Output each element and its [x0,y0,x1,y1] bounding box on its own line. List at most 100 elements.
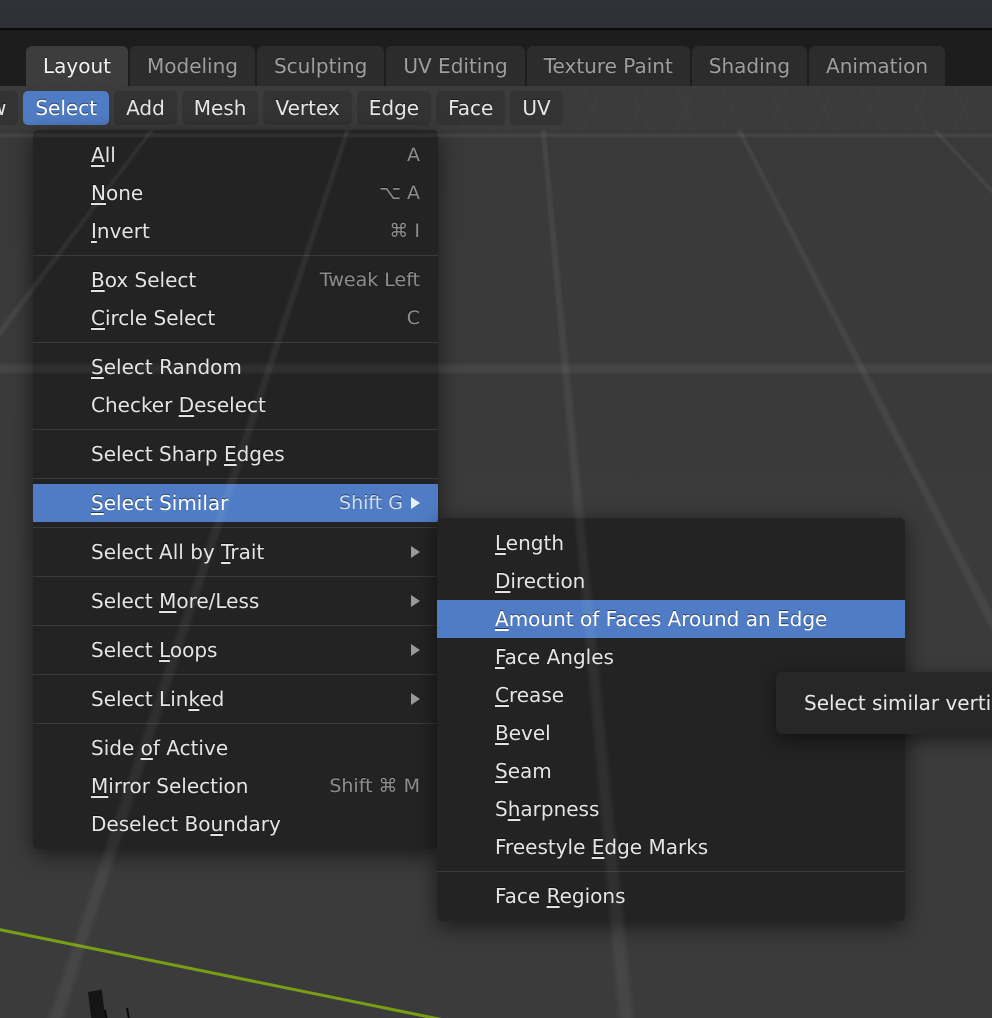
menu-item-label: Select Sharp Edges [91,442,285,466]
header-menu-label: Add [126,96,165,120]
header-menu-vertex[interactable]: Vertex [263,91,352,125]
menu-item-side-of-active[interactable]: Side of Active [33,729,438,767]
header-menu-add[interactable]: Add [114,91,177,125]
workspace-tab-animation[interactable]: Animation [809,46,945,86]
header-menu-face[interactable]: Face [436,91,506,125]
window-top-bar [0,0,992,30]
workspace-tab-label: Shading [708,54,791,78]
menu-item-label: Side of Active [91,736,229,760]
menu-item-box-select[interactable]: Box Select Tweak Left [33,261,438,299]
viewport-header-menubar[interactable]: w Select Add Mesh Vertex Edge Face UV [0,86,992,130]
menu-item-label: Sharpness [495,797,600,821]
menu-item-shortcut: Tweak Left [319,269,420,291]
menu-item-select-random[interactable]: Select Random [33,348,438,386]
select-menu[interactable]: All A None ⌥ A Invert ⌘ I Box Select Tweak Left… [33,130,438,849]
menu-item-face-regions[interactable]: Face Regions [437,877,905,915]
menu-item-circle-select[interactable]: Circle Select C [33,299,438,337]
menu-item-label: Seam [495,759,552,783]
menu-item-label: Box Select [91,268,197,292]
menu-item-checker-deselect[interactable]: Checker Deselect [33,386,438,424]
menu-item-direction[interactable]: Direction [437,562,905,600]
chevron-right-icon [411,644,420,656]
header-menu-select[interactable]: Select [23,91,110,125]
chevron-right-icon [411,693,420,705]
header-menu-label: Face [448,96,494,120]
menu-item-shortcut: C [406,307,420,329]
menu-item-label: Direction [495,569,586,593]
workspace-tab-label: Sculpting [273,54,368,78]
menu-item-none[interactable]: None ⌥ A [33,174,438,212]
menu-item-label: Select Similar [91,491,229,515]
menu-item-deselect-boundary[interactable]: Deselect Boundary [33,805,438,843]
workspace-tab-bar[interactable]: Layout Modeling Sculpting UV Editing Texture… [0,30,992,86]
chevron-right-icon [411,546,420,558]
menu-item-label: Bevel [495,721,551,745]
workspace-tab-label: Layout [43,54,111,78]
menu-item-all[interactable]: All A [33,136,438,174]
workspace-tab-texture-paint[interactable]: Texture Paint [526,46,690,86]
menu-item-label: Circle Select [91,306,216,330]
workspace-tab-label: Animation [826,54,928,78]
menu-item-label: Amount of Faces Around an Edge [495,607,828,631]
workspace-tab-label: Modeling [147,54,238,78]
tooltip-text: Select similar vertices, edges or faces … [804,691,992,715]
menu-item-seam[interactable]: Seam [437,752,905,790]
header-menu-uv[interactable]: UV [510,91,563,125]
menu-item-amount-of-faces-around-an-edge[interactable]: Amount of Faces Around an Edge [437,600,905,638]
menu-separator [33,576,438,577]
menu-separator [33,527,438,528]
menu-item-label: Length [495,531,564,555]
menu-item-select-all-by-trait[interactable]: Select All by Trait [33,533,438,571]
menu-separator [33,342,438,343]
menu-separator [437,871,905,872]
menu-item-label: All [91,143,116,167]
menu-item-select-loops[interactable]: Select Loops [33,631,438,669]
header-menu-label: Vertex [275,96,340,120]
menu-item-face-angles[interactable]: Face Angles [437,638,905,676]
menu-item-label: Invert [91,219,150,243]
header-menu-edge[interactable]: Edge [356,91,432,125]
menu-item-label: None [91,181,144,205]
menu-item-label: Deselect Boundary [91,812,281,836]
menu-item-shortcut: A [407,144,420,166]
workspace-tab-modeling[interactable]: Modeling [130,46,255,86]
menu-item-select-more-less[interactable]: Select More/Less [33,582,438,620]
workspace-tab-shading[interactable]: Shading [691,46,808,86]
workspace-tab-uv-editing[interactable]: UV Editing [386,46,525,86]
menu-item-label: Select All by Trait [91,540,265,564]
menu-item-label: Crease [495,683,565,707]
menu-separator [33,255,438,256]
menu-item-select-sharp-edges[interactable]: Select Sharp Edges [33,435,438,473]
menu-item-mirror-selection[interactable]: Mirror Selection Shift ⌘ M [33,767,438,805]
workspace-tab-sculpting[interactable]: Sculpting [256,46,385,86]
menu-item-sharpness[interactable]: Sharpness [437,790,905,828]
menu-item-freestyle-edge-marks[interactable]: Freestyle Edge Marks [437,828,905,866]
header-menu-label: w [0,96,6,120]
menu-item-select-linked[interactable]: Select Linked [33,680,438,718]
menu-item-length[interactable]: Length [437,524,905,562]
menu-item-label: Checker Deselect [91,393,266,417]
menu-item-label: Select Random [91,355,242,379]
menu-separator [33,723,438,724]
menu-separator [33,674,438,675]
menu-item-shortcut: ⌘ I [389,220,420,242]
header-menu-label: Mesh [193,96,247,120]
menu-item-label: Face Angles [495,645,614,669]
menu-separator [33,429,438,430]
header-menu-mesh[interactable]: Mesh [181,91,259,125]
menu-item-invert[interactable]: Invert ⌘ I [33,212,438,250]
menu-item-shortcut: Shift G [339,492,403,514]
header-menu-label: UV [522,96,551,120]
menu-item-label: Select Linked [91,687,225,711]
chevron-right-icon [411,595,420,607]
workspace-tab-layout[interactable]: Layout [26,46,128,86]
chevron-right-icon [411,497,420,509]
menu-item-label: Select More/Less [91,589,260,613]
menu-item-select-similar[interactable]: Select Similar Shift G [33,484,438,522]
menu-item-label: Select Loops [91,638,218,662]
menu-item-label: Face Regions [495,884,626,908]
header-menu-label: Select [35,96,98,120]
header-menu-w[interactable]: w [0,91,19,125]
header-menu-label: Edge [368,96,420,120]
menu-item-label: Mirror Selection [91,774,249,798]
